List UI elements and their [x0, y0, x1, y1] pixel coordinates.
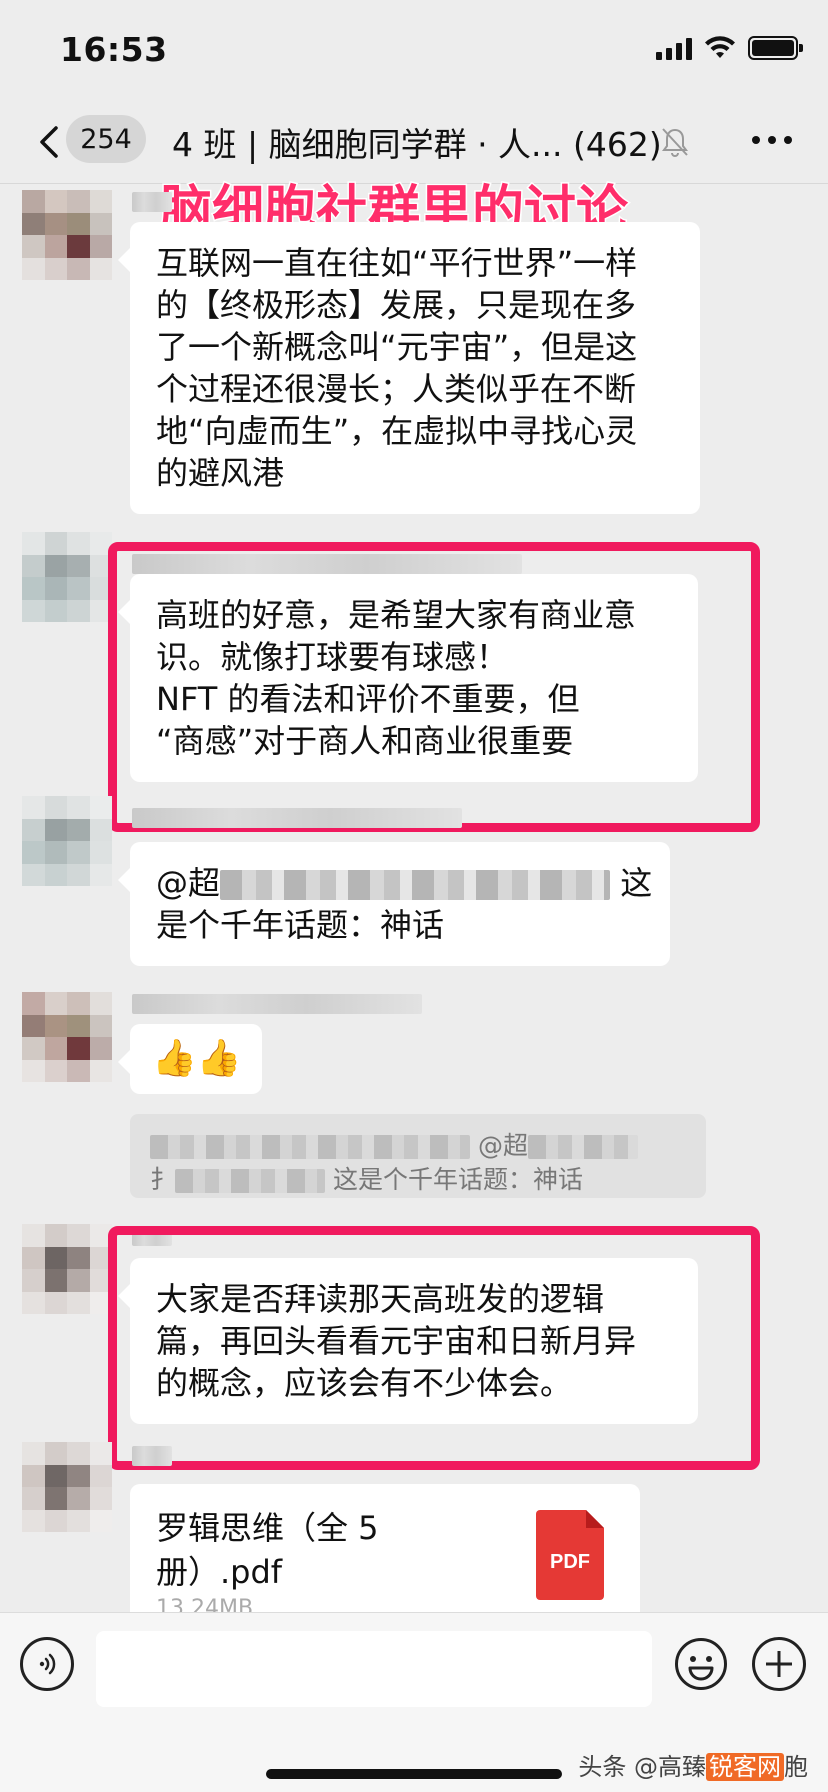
file-name: 罗辑思维（全 5 册）.pdf	[156, 1506, 456, 1594]
pdf-file-icon: PDF	[536, 1510, 604, 1600]
mention-name-blur	[220, 870, 611, 900]
quote-mention-blur	[527, 1135, 638, 1159]
cellular-signal-icon	[656, 36, 692, 60]
mention-prefix[interactable]: @超	[156, 864, 220, 902]
message-line: 地“向虚而生”，在虚拟中寻找心灵	[156, 412, 638, 450]
watermark-brand: 锐客网	[706, 1753, 784, 1781]
message-line: 是个千年话题：神话	[156, 906, 445, 944]
message-bubble[interactable]: 👍👍	[118, 1024, 262, 1094]
highlight-frame	[108, 1226, 760, 1470]
watermark-suffix: 胞	[784, 1753, 808, 1781]
message-input[interactable]	[96, 1631, 652, 1707]
message-line: 的【终极形态】发展，只是现在多	[156, 286, 637, 324]
message-bubble[interactable]: 互联网一直在往如“平行世界”一样 的【终极形态】发展，只是现在多 了一个新概念叫…	[118, 222, 700, 514]
quote-name-blur	[150, 1135, 470, 1159]
file-message-card[interactable]: 罗辑思维（全 5 册）.pdf 13.24MB PDF	[130, 1484, 640, 1620]
watermark-prefix: 头条 @高臻	[578, 1753, 706, 1781]
voice-input-button[interactable]	[20, 1637, 74, 1691]
home-indicator[interactable]	[266, 1769, 562, 1779]
message-line: 互联网一直在往如“平行世界”一样	[156, 244, 638, 282]
mention-suffix: 这	[620, 864, 653, 902]
message-line: 的避风港	[156, 454, 285, 492]
status-bar: 16:53	[0, 0, 828, 100]
wifi-icon	[705, 36, 735, 58]
sender-name	[132, 994, 422, 1014]
message-line: 个过程还很漫长；人类似乎在不断	[156, 370, 637, 408]
message-bubble[interactable]: @超 这 是个千年话题：神话	[118, 842, 670, 966]
avatar[interactable]	[22, 532, 112, 622]
more-options-icon[interactable]	[752, 136, 792, 144]
chat-title[interactable]: 4 班 | 脑细胞同学群 · 人... (462)	[172, 118, 662, 166]
battery-icon	[748, 36, 803, 60]
thumbs-up-emoji: 👍👍	[152, 1038, 242, 1079]
file-name-line: 册）.pdf	[156, 1553, 283, 1591]
message-line: @超 这	[156, 862, 652, 904]
emoji-button-icon[interactable]	[674, 1637, 728, 1691]
status-icons	[656, 36, 803, 60]
sender-name	[132, 1446, 172, 1466]
avatar[interactable]	[22, 190, 112, 280]
mute-bell-icon	[662, 128, 688, 157]
voice-wave-icon	[39, 1653, 56, 1675]
status-time: 16:53	[60, 30, 168, 69]
sender-name	[132, 192, 172, 212]
unread-count-badge[interactable]: 254	[66, 115, 146, 163]
avatar[interactable]	[22, 1224, 112, 1314]
back-chevron-icon[interactable]	[34, 124, 70, 160]
quote-mention: @超	[477, 1131, 528, 1160]
highlight-frame	[108, 542, 760, 832]
quote-text-blur	[175, 1169, 326, 1193]
message-line: 了一个新概念叫“元宇宙”，但是这	[156, 328, 638, 366]
avatar[interactable]	[22, 992, 112, 1082]
avatar[interactable]	[22, 796, 112, 886]
more-actions-plus-button[interactable]	[752, 1637, 806, 1691]
quote-line: 扌 这是个千年话题：神话	[150, 1160, 583, 1196]
file-name-line: 罗辑思维（全 5	[156, 1509, 379, 1547]
quote-line: @超	[150, 1126, 638, 1162]
avatar[interactable]	[22, 1442, 112, 1532]
quoted-message[interactable]: @超 扌 这是个千年话题：神话	[130, 1114, 706, 1198]
quote-text: 这是个千年话题：神话	[332, 1165, 583, 1194]
watermark: 头条 @高臻 锐客网胞	[578, 1747, 808, 1782]
chat-input-bar: 头条 @高臻 锐客网胞	[0, 1612, 828, 1792]
sender-name	[132, 808, 462, 828]
quote-line-prefix: 扌	[150, 1165, 176, 1194]
pdf-badge-text: PDF	[550, 1551, 590, 1573]
